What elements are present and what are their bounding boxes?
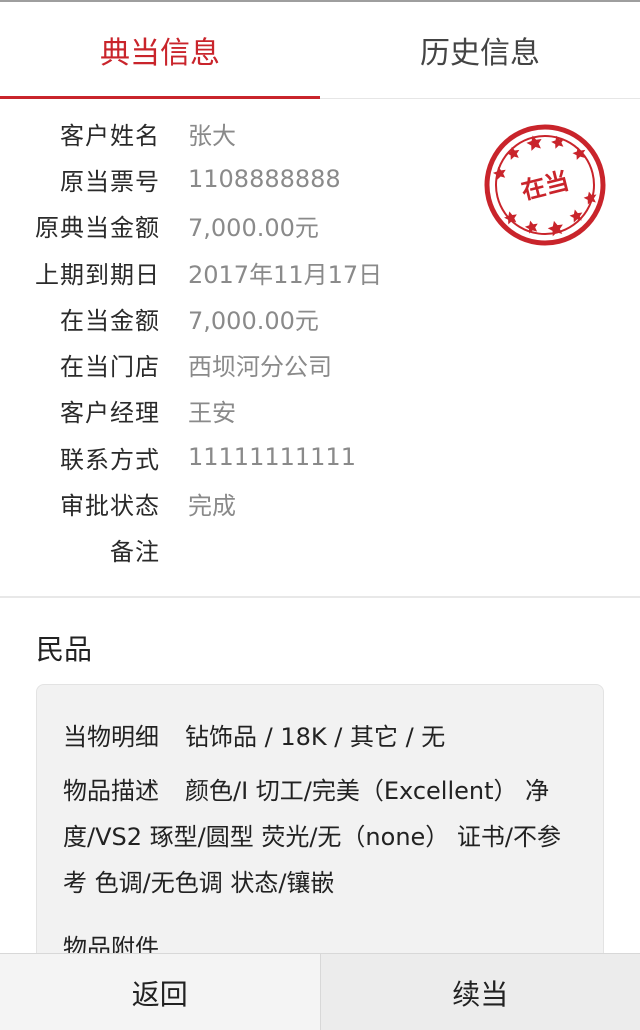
info-row-store: 在当门店 西坝河分公司 — [0, 341, 640, 387]
details-value: 钻饰品 / 18K / 其它 / 无 — [185, 723, 446, 751]
info-value: 张大 — [188, 121, 236, 150]
info-label: 客户经理 — [60, 399, 160, 428]
tab-history-info[interactable]: 历史信息 — [320, 2, 640, 98]
info-label: 上期到期日 — [35, 260, 160, 289]
info-label: 原当票号 — [60, 167, 160, 196]
info-value: 王安 — [188, 399, 236, 428]
back-button[interactable]: 返回 — [0, 954, 321, 1030]
info-row-manager: 客户经理 王安 — [0, 388, 640, 434]
details-label: 当物明细 — [63, 723, 159, 751]
item-description: 物品描述 颜色/I 切工/完美（Excellent） 净度/VS2 琢型/圆型 荧… — [63, 768, 578, 906]
info-label: 备注 — [110, 538, 160, 567]
info-row-remarks: 备注 — [0, 527, 640, 573]
info-row-contact: 联系方式 11111111111 — [0, 434, 640, 480]
info-value: 完成 — [188, 492, 236, 521]
info-row-current-amount: 在当金额 7,000.00元 — [0, 295, 640, 341]
bottom-action-bar: 返回 续当 — [0, 953, 640, 1030]
info-value: 西坝河分公司 — [188, 353, 332, 382]
page: 典当信息 历史信息 客户姓名 张大 原当票号 1108888888 原典当金额 … — [0, 0, 640, 1030]
pawn-stamp-icon: 在当 — [484, 124, 606, 246]
info-label: 在当门店 — [60, 353, 160, 382]
info-label: 联系方式 — [60, 445, 160, 474]
item-details-line: 当物明细 钻饰品 / 18K / 其它 / 无 — [63, 717, 445, 752]
info-label: 原典当金额 — [35, 214, 160, 243]
info-value: 1108888888 — [188, 165, 341, 194]
info-row-last-due-date: 上期到期日 2017年11月17日 — [0, 249, 640, 295]
renew-button[interactable]: 续当 — [320, 954, 640, 1030]
item-card: 当物明细 钻饰品 / 18K / 其它 / 无 物品描述 颜色/I 切工/完美（Ex… — [36, 684, 604, 984]
tab-bar: 典当信息 历史信息 — [0, 2, 640, 99]
info-label: 在当金额 — [60, 306, 160, 335]
info-value: 11111111111 — [188, 443, 356, 472]
stamp-text: 在当 — [519, 167, 572, 206]
info-value: 7,000.00元 — [188, 214, 319, 243]
desc-label: 物品描述 — [63, 777, 159, 805]
info-row-approval-status: 审批状态 完成 — [0, 480, 640, 526]
info-value: 7,000.00元 — [188, 306, 319, 335]
info-value: 2017年11月17日 — [188, 260, 383, 289]
info-label: 客户姓名 — [60, 121, 160, 150]
tab-pawn-info[interactable]: 典当信息 — [0, 2, 320, 99]
section-title: 民品 — [36, 633, 93, 666]
info-label: 审批状态 — [60, 492, 160, 521]
section-divider — [0, 596, 640, 598]
